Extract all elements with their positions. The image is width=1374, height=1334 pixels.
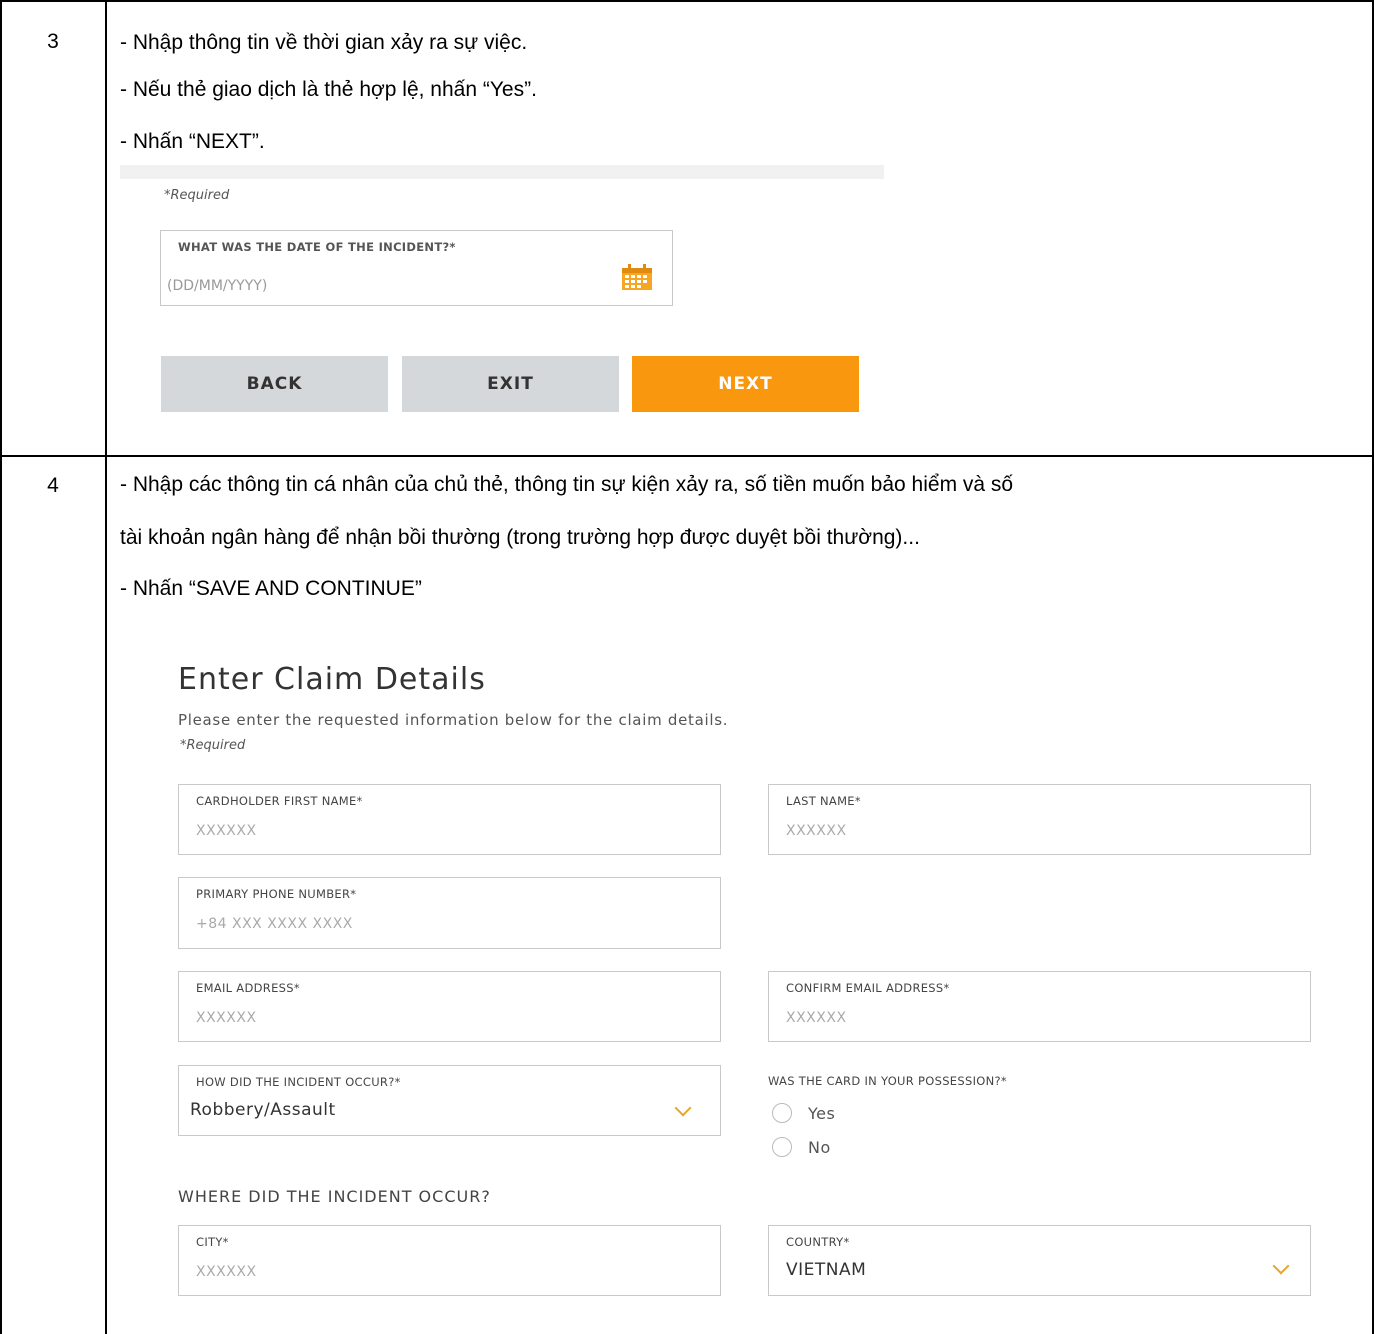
instruction-line: - Nhấn “NEXT”. bbox=[120, 130, 265, 153]
field-label: CITY* bbox=[196, 1235, 229, 1249]
incident-type-select[interactable]: HOW DID THE INCIDENT OCCUR?* Robbery/Ass… bbox=[178, 1065, 721, 1136]
field-label: WHAT WAS THE DATE OF THE INCIDENT?* bbox=[178, 240, 456, 254]
back-button[interactable]: BACK bbox=[161, 356, 388, 412]
required-note: *Required bbox=[164, 188, 230, 203]
first-name-field[interactable]: CARDHOLDER FIRST NAME* XXXXXX bbox=[178, 784, 721, 855]
instruction-line: - Nếu thẻ giao dịch là thẻ hợp lệ, nhấn … bbox=[120, 78, 537, 101]
city-field[interactable]: CITY* XXXXXX bbox=[178, 1225, 721, 1296]
field-value: XXXXXX bbox=[196, 1264, 257, 1280]
confirm-email-field[interactable]: CONFIRM EMAIL ADDRESS* XXXXXX bbox=[768, 971, 1311, 1042]
email-field[interactable]: EMAIL ADDRESS* XXXXXX bbox=[178, 971, 721, 1042]
radio-no-label: No bbox=[808, 1138, 831, 1157]
step-number: 3 bbox=[47, 30, 59, 53]
field-value: XXXXXX bbox=[196, 823, 257, 839]
radio-yes[interactable] bbox=[772, 1103, 792, 1123]
table-row-divider bbox=[0, 455, 1374, 457]
field-value: XXXXXX bbox=[196, 1010, 257, 1026]
next-button[interactable]: NEXT bbox=[632, 356, 859, 412]
country-select[interactable]: COUNTRY* VIETNAM bbox=[768, 1225, 1311, 1296]
form-subtitle: Please enter the requested information b… bbox=[178, 711, 729, 729]
field-label: EMAIL ADDRESS* bbox=[196, 981, 300, 995]
field-value: +84 XXX XXXX XXXX bbox=[196, 916, 353, 932]
where-heading: WHERE DID THE INCIDENT OCCUR? bbox=[178, 1187, 491, 1206]
incident-date-field[interactable]: WHAT WAS THE DATE OF THE INCIDENT?* (DD/… bbox=[160, 230, 673, 306]
instruction-line: - Nhập thông tin về thời gian xảy ra sự … bbox=[120, 31, 528, 54]
date-placeholder: (DD/MM/YYYY) bbox=[167, 278, 268, 294]
field-label: LAST NAME* bbox=[786, 794, 861, 808]
instruction-line: tài khoản ngân hàng để nhận bồi thường (… bbox=[120, 526, 920, 549]
field-value: XXXXXX bbox=[786, 1010, 847, 1026]
instruction-line: - Nhập các thông tin cá nhân của chủ thẻ… bbox=[120, 473, 1014, 496]
field-value: XXXXXX bbox=[786, 823, 847, 839]
table-border-left bbox=[0, 0, 2, 1334]
table-column-divider bbox=[105, 0, 107, 1334]
selected-value: Robbery/Assault bbox=[190, 1100, 336, 1120]
instruction-line: - Nhấn “SAVE AND CONTINUE” bbox=[120, 577, 422, 600]
field-label: PRIMARY PHONE NUMBER* bbox=[196, 887, 357, 901]
field-label: COUNTRY* bbox=[786, 1235, 850, 1249]
calendar-icon[interactable] bbox=[621, 263, 653, 291]
required-note: *Required bbox=[180, 738, 246, 753]
exit-button[interactable]: EXIT bbox=[402, 356, 619, 412]
step-number: 4 bbox=[47, 474, 59, 497]
radio-no[interactable] bbox=[772, 1137, 792, 1157]
field-label: HOW DID THE INCIDENT OCCUR?* bbox=[196, 1075, 401, 1089]
last-name-field[interactable]: LAST NAME* XXXXXX bbox=[768, 784, 1311, 855]
screenshot-top-bar bbox=[120, 165, 884, 179]
chevron-down-icon bbox=[674, 1099, 692, 1117]
radio-yes-label: Yes bbox=[808, 1104, 836, 1123]
table-border-top bbox=[0, 0, 1374, 2]
phone-field[interactable]: PRIMARY PHONE NUMBER* +84 XXX XXXX XXXX bbox=[178, 877, 721, 949]
possession-question: WAS THE CARD IN YOUR POSSESSION?* bbox=[768, 1074, 1007, 1088]
form-title: Enter Claim Details bbox=[178, 662, 486, 697]
field-label: CONFIRM EMAIL ADDRESS* bbox=[786, 981, 950, 995]
field-label: CARDHOLDER FIRST NAME* bbox=[196, 794, 363, 808]
selected-value: VIETNAM bbox=[786, 1260, 867, 1280]
chevron-down-icon bbox=[1272, 1257, 1290, 1275]
